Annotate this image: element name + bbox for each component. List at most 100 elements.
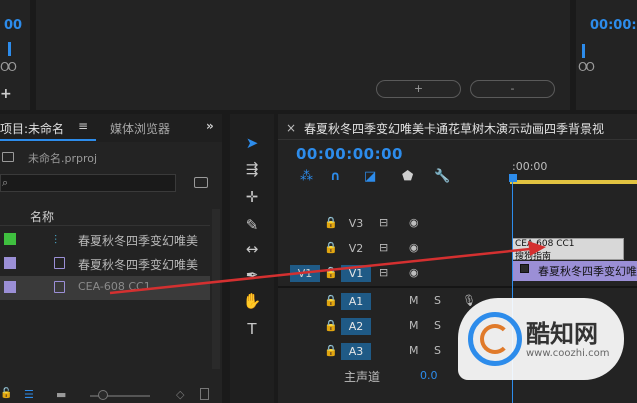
item-name: 春夏秋冬四季变幻唯美 <box>78 234 199 248</box>
razor-tool-icon[interactable]: ✎ <box>230 212 274 238</box>
program-loop-icon[interactable]: OO <box>578 60 595 74</box>
source-loop-icon[interactable]: OO <box>0 60 17 74</box>
lock-icon[interactable]: 🔒 <box>324 241 338 254</box>
list-view-icon[interactable]: ☰ <box>24 388 34 401</box>
track-select-tool-icon[interactable]: ⇶ <box>230 156 274 182</box>
source-add-button[interactable]: + <box>0 86 12 102</box>
source-monitor-panel: 00 OO + <box>0 0 30 110</box>
zoom-slider-knob[interactable] <box>98 390 108 400</box>
program-playhead[interactable] <box>582 44 585 58</box>
track-target-a2[interactable]: A2 <box>341 318 371 335</box>
snap-magnet-icon[interactable]: ∩ <box>330 169 341 184</box>
project-panel: 项目:未命名 ≡ 媒体浏览器 » 未命名.prproj ⌕ 名称 ⫶ 春夏秋冬四… <box>0 114 222 403</box>
add-marker-icon[interactable]: ⬟ <box>402 169 413 184</box>
automate-icon[interactable] <box>200 388 209 400</box>
track-target-a1[interactable]: A1 <box>341 293 371 310</box>
clip-icon <box>54 257 65 269</box>
lock-icon[interactable]: 🔒 <box>324 216 338 229</box>
clip-fx-icon <box>520 264 529 273</box>
list-item[interactable]: 春夏秋冬四季变幻唯美 <box>0 252 210 276</box>
work-area-bar[interactable] <box>510 180 637 184</box>
search-icon: ⌕ <box>2 176 9 189</box>
list-item-selected[interactable]: CEA-608 CC1 <box>0 276 210 300</box>
solo-button[interactable]: S <box>434 294 441 307</box>
track-v3: 🔒 V3 ⊟ ◉ <box>278 212 637 234</box>
source-playhead[interactable] <box>8 42 11 56</box>
tab-project[interactable]: 项目:未命名 <box>0 120 64 137</box>
search-input[interactable] <box>0 174 176 192</box>
playhead-handle[interactable] <box>509 174 517 182</box>
pen-tool-icon[interactable]: ✒ <box>230 262 274 288</box>
label-color-swatch[interactable] <box>4 257 16 269</box>
column-header-name[interactable]: 名称 <box>30 208 54 225</box>
source-timecode[interactable]: 00 <box>4 18 22 33</box>
project-file-name: 未命名.prproj <box>28 152 98 165</box>
eye-icon[interactable]: ◉ <box>409 216 419 229</box>
label-color-swatch[interactable] <box>4 233 16 245</box>
program-monitor-panel: + - <box>36 0 570 110</box>
eye-icon[interactable]: ◉ <box>409 266 419 279</box>
program-timecode[interactable]: 00:00:00 <box>590 18 637 33</box>
nest-icon[interactable]: ⁂ <box>300 169 313 184</box>
lock-icon[interactable]: 🔒 <box>324 266 338 279</box>
zoom-out-button[interactable]: - <box>470 80 555 98</box>
more-panels-icon[interactable]: » <box>206 119 214 133</box>
watermark-logo-inner <box>480 324 510 354</box>
track-divider[interactable] <box>278 286 637 288</box>
video-clip[interactable]: 春夏秋冬四季变幻唯 <box>512 261 637 281</box>
mute-button[interactable]: M <box>409 294 419 307</box>
program-monitor-right: 00:00:00 OO <box>576 0 637 110</box>
track-target-v2[interactable]: V2 <box>341 240 371 257</box>
sequence-icon: ⫶ <box>54 233 58 247</box>
list-item[interactable]: ⫶ 春夏秋冬四季变幻唯美 <box>0 228 210 252</box>
sequence-tab-title[interactable]: 春夏秋冬四季变幻唯美卡通花草树木演示动画四季背景视 <box>304 120 637 137</box>
lock-icon[interactable]: 🔓 <box>0 388 12 399</box>
new-bin-icon[interactable] <box>194 177 208 188</box>
mute-button[interactable]: M <box>409 319 419 332</box>
folder-icon <box>2 152 14 162</box>
settings-wrench-icon[interactable]: 🔧 <box>434 169 450 184</box>
caption-icon <box>54 281 65 293</box>
ruler-time-label: :00:00 <box>512 160 548 173</box>
video-clip-name: 春夏秋冬四季变幻唯 <box>538 265 637 278</box>
item-name: 春夏秋冬四季变幻唯美 <box>78 258 199 272</box>
solo-button[interactable]: S <box>434 319 441 332</box>
sync-lock-icon[interactable]: ⊟ <box>379 266 388 279</box>
track-target-v3[interactable]: V3 <box>341 215 371 232</box>
linked-selection-icon[interactable]: ◪ <box>364 169 376 184</box>
master-track-label: 主声道 <box>344 370 381 384</box>
vertical-scrollbar[interactable] <box>212 209 220 369</box>
caption-clip[interactable]: CEA-608 CC1 搜狗指南 <box>512 238 624 262</box>
lock-icon[interactable]: 🔒 <box>324 344 338 357</box>
track-target-a3[interactable]: A3 <box>341 343 371 360</box>
caption-clip-name: CEA-608 CC1 <box>515 239 575 249</box>
tools-panel: ➤ ⇶ ✛ ✎ ↔ ✒ ✋ T <box>230 114 274 403</box>
zoom-in-button[interactable]: + <box>376 80 461 98</box>
panel-menu-icon[interactable]: ≡ <box>78 119 88 133</box>
track-target-v1[interactable]: V1 <box>341 265 371 282</box>
close-icon[interactable]: × <box>286 121 296 135</box>
sync-lock-icon[interactable]: ⊟ <box>379 216 388 229</box>
sort-icon[interactable]: ◇ <box>176 388 184 401</box>
selection-tool-icon[interactable]: ➤ <box>230 130 274 156</box>
hand-tool-icon[interactable]: ✋ <box>230 288 274 314</box>
lock-icon[interactable]: 🔒 <box>324 319 338 332</box>
icon-view-icon[interactable]: ▬ <box>56 388 66 401</box>
mute-button[interactable]: M <box>409 344 419 357</box>
lock-icon[interactable]: 🔒 <box>324 294 338 307</box>
source-patch-v1[interactable]: V1 <box>290 265 320 282</box>
eye-icon[interactable]: ◉ <box>409 241 419 254</box>
timeline-timecode[interactable]: 00:00:00:00 <box>296 145 403 163</box>
tab-divider <box>278 139 637 140</box>
active-tab-indicator <box>0 139 96 141</box>
label-color-swatch[interactable] <box>4 281 16 293</box>
master-volume-value[interactable]: 0.0 <box>420 369 438 382</box>
slip-tool-icon[interactable]: ↔ <box>230 236 274 262</box>
watermark-title: 酷知网 <box>526 319 598 348</box>
solo-button[interactable]: S <box>434 344 441 357</box>
watermark-url: www.coozhi.com <box>526 348 610 359</box>
ripple-edit-tool-icon[interactable]: ✛ <box>230 184 274 210</box>
tab-media-browser[interactable]: 媒体浏览器 <box>110 120 170 137</box>
type-tool-icon[interactable]: T <box>230 316 274 342</box>
sync-lock-icon[interactable]: ⊟ <box>379 241 388 254</box>
